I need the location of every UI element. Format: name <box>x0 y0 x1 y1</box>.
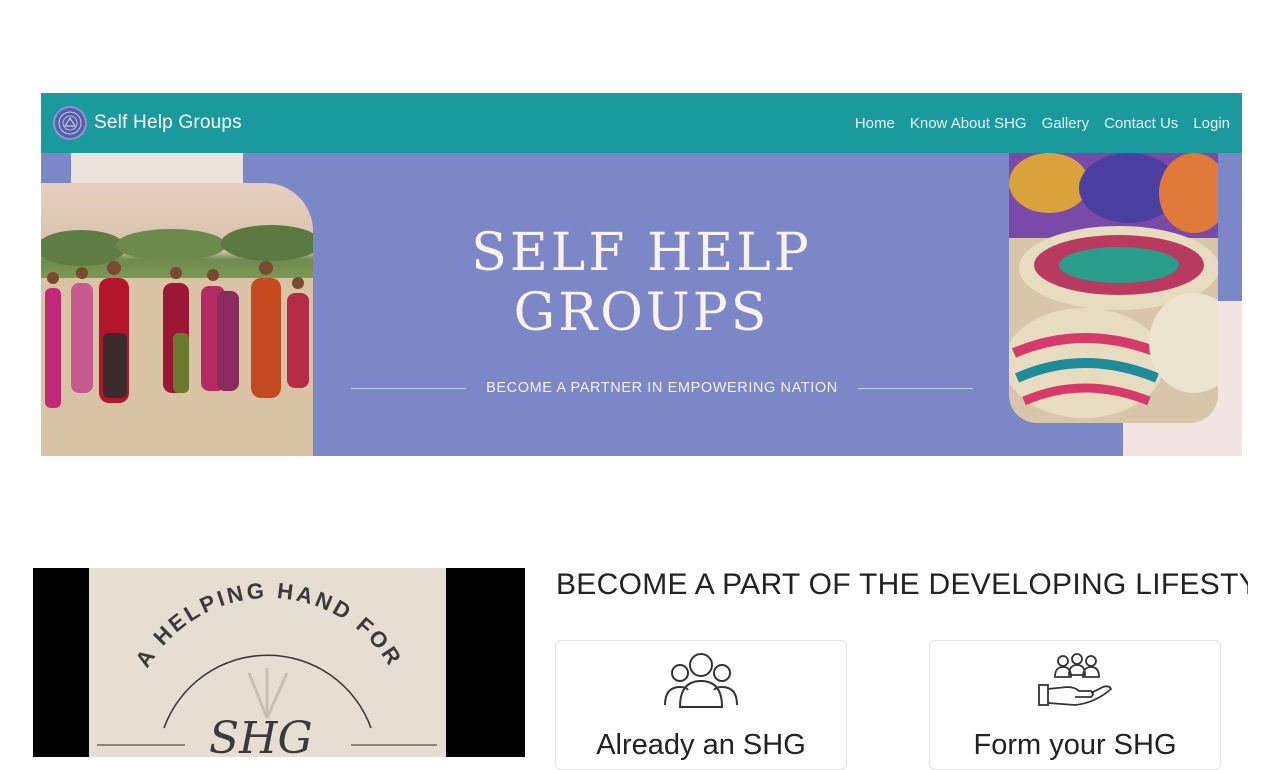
brand-title: Self Help Groups <box>94 112 242 133</box>
nav-menu: Home Know About SHG Gallery Contact Us L… <box>855 115 1230 132</box>
brand[interactable]: Self Help Groups <box>53 106 242 140</box>
hero-banner: SELF HELP GROUPS BECOME A PARTNER IN EMP… <box>41 153 1242 456</box>
emblem-icon <box>53 106 87 140</box>
woven-baskets-photo <box>1009 153 1218 423</box>
form-your-shg-label: Form your SHG <box>973 729 1177 761</box>
nav-link-contact-us[interactable]: Contact Us <box>1104 115 1178 132</box>
nav-link-know-about-shg[interactable]: Know About SHG <box>910 115 1027 132</box>
decorative-tab <box>71 153 243 183</box>
navbar: Self Help Groups Home Know About SHG Gal… <box>41 93 1242 153</box>
already-an-shg-card[interactable]: Already an SHG <box>555 640 847 770</box>
hand-holding-people-icon <box>1035 647 1115 716</box>
promo-logo-text: SHG <box>209 713 313 757</box>
divider-left <box>351 387 467 389</box>
nav-link-gallery[interactable]: Gallery <box>1042 115 1090 132</box>
svg-text:A HELPING HAND FOR: A HELPING HAND FOR <box>130 578 408 672</box>
hero-subtitle-row: BECOME A PARTNER IN EMPOWERING NATION <box>351 380 973 396</box>
already-an-shg-label: Already an SHG <box>596 729 806 761</box>
divider-right <box>857 387 973 389</box>
nav-link-home[interactable]: Home <box>855 115 895 132</box>
form-your-shg-card[interactable]: Form your SHG <box>929 640 1221 770</box>
hero-subtitle: BECOME A PARTNER IN EMPOWERING NATION <box>486 380 838 396</box>
helping-hand-promo-image: A HELPING HAND FOR SHG <box>33 568 525 757</box>
promo-arc-text: A HELPING HAND FOR <box>130 578 405 672</box>
nav-link-login[interactable]: Login <box>1193 115 1230 132</box>
promo-panel: A HELPING HAND FOR SHG <box>89 568 446 757</box>
section-heading: BECOME A PART OF THE DEVELOPING LIFESTYL… <box>556 568 1248 601</box>
group-people-icon <box>662 647 740 716</box>
